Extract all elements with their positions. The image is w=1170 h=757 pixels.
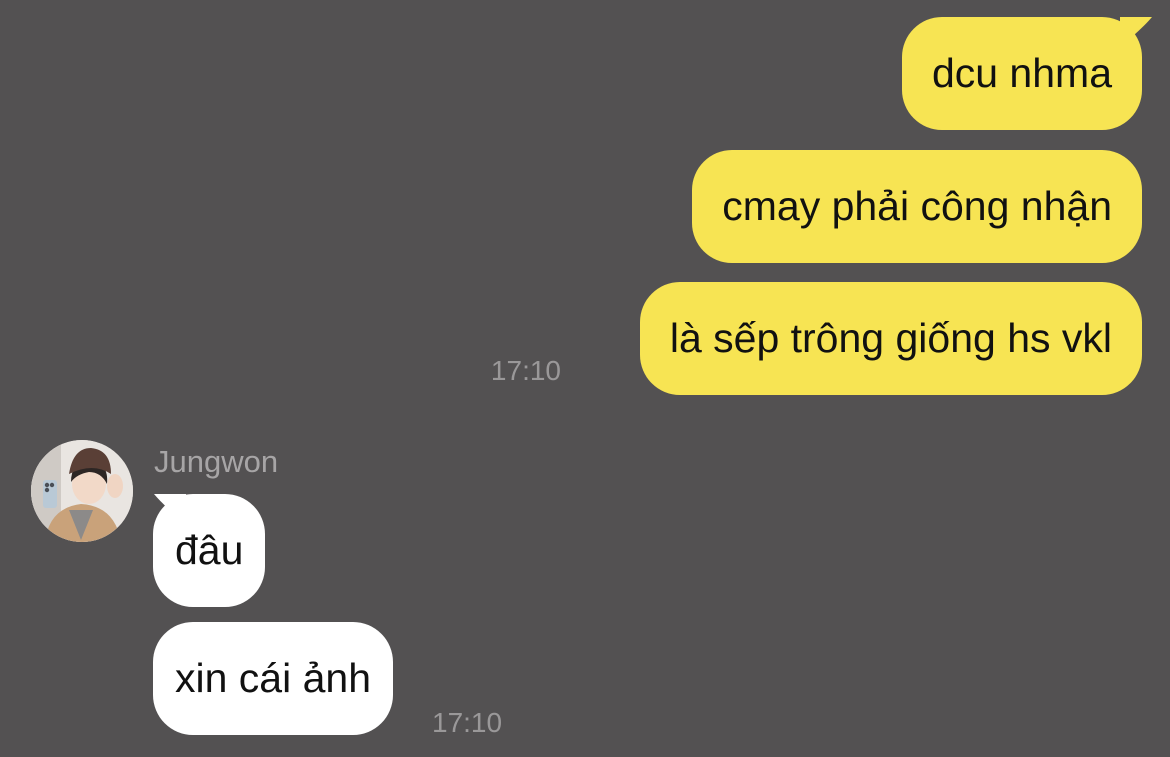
message-timestamp: 17:10 [490,355,561,386]
incoming-message[interactable]: xin cái ảnh [153,622,394,735]
outgoing-message[interactable]: là sếp trông giống hs vkl [639,282,1142,395]
avatar-photo-icon [31,440,133,542]
chat-thread: dcu nhma cmay phải công nhận là sếp trôn… [0,0,1170,757]
sender-name: Jungwon [154,444,279,479]
incoming-message[interactable]: đâu [153,494,266,607]
message-timestamp: 17:10 [432,707,503,738]
outgoing-message[interactable]: cmay phải công nhận [692,150,1142,263]
sender-avatar[interactable] [31,440,133,542]
outgoing-message[interactable]: dcu nhma [901,17,1142,130]
